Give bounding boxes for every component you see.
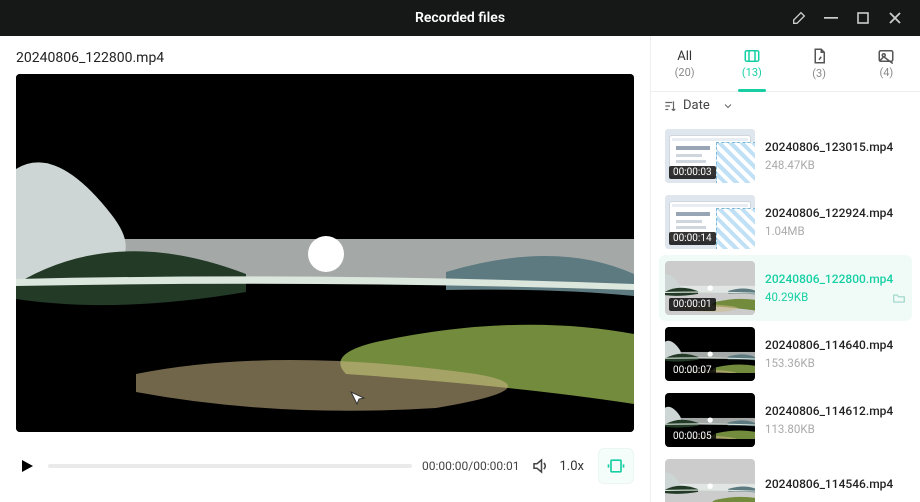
file-meta: 20240806_122800.mp4 40.29KB (765, 261, 906, 315)
tab-image-count: (4) (879, 66, 893, 79)
minimize-button[interactable] (822, 9, 840, 27)
chevron-down-icon (722, 100, 734, 112)
scrubber[interactable] (48, 464, 412, 468)
file-name: 20240806_122800.mp4 (765, 272, 906, 286)
file-meta: 20240806_123015.mp4 248.47KB (765, 129, 906, 183)
timecode: 00:00:00/00:00:01 (422, 459, 520, 473)
file-list[interactable]: 00:00:03 20240806_123015.mp4 248.47KB 00:0… (651, 121, 920, 502)
file-meta: 20240806_122924.mp4 1.04MB (765, 195, 906, 249)
file-meta: 20240806_114546.mp4 (765, 459, 906, 502)
titlebar: Recorded files (0, 0, 920, 36)
file-thumbnail (665, 459, 755, 502)
file-name: 20240806_114612.mp4 (765, 404, 906, 418)
tab-video[interactable]: (13) (718, 36, 785, 91)
duration-badge: 00:00:01 (669, 298, 716, 311)
file-name: 20240806_123015.mp4 (765, 140, 906, 154)
tab-document[interactable]: (3) (786, 36, 853, 91)
play-button[interactable] (16, 455, 38, 477)
tab-all-label: All (677, 49, 692, 64)
file-name: 20240806_114546.mp4 (765, 477, 906, 491)
file-item[interactable]: 00:00:05 20240806_114612.mp4 113.80KB (659, 387, 912, 453)
file-name: 20240806_122924.mp4 (765, 206, 906, 220)
video-preview[interactable] (16, 74, 634, 432)
reveal-in-folder-icon[interactable] (892, 290, 906, 304)
file-item[interactable]: 00:00:01 20240806_122800.mp4 40.29KB (659, 255, 912, 321)
file-sidebar: All (20) (13) (3) (4) Date (650, 36, 920, 502)
tab-all[interactable]: All (20) (651, 36, 718, 91)
preview-pane: 20240806_122800.mp4 00:00:00/00:00:01 1.… (0, 36, 650, 502)
file-item[interactable]: 20240806_114546.mp4 (659, 453, 912, 502)
file-thumbnail: 00:00:03 (665, 129, 755, 183)
file-thumbnail: 00:00:07 (665, 327, 755, 381)
tab-video-count: (13) (742, 66, 762, 79)
player-controls: 00:00:00/00:00:01 1.0x (16, 448, 634, 484)
file-size: 40.29KB (765, 290, 808, 304)
maximize-button[interactable] (854, 9, 872, 27)
file-size: 153.36KB (765, 356, 815, 370)
duration-badge: 00:00:14 (669, 232, 716, 245)
sort-label: Date (683, 98, 710, 113)
duration-badge: 00:00:05 (669, 430, 716, 443)
volume-icon[interactable] (530, 456, 550, 476)
main-content: 20240806_122800.mp4 00:00:00/00:00:01 1.… (0, 36, 920, 502)
duration-badge: 00:00:07 (669, 364, 716, 377)
file-item[interactable]: 00:00:14 20240806_122924.mp4 1.04MB (659, 189, 912, 255)
sort-dropdown[interactable]: Date (651, 92, 920, 121)
file-size: 248.47KB (765, 158, 815, 172)
preview-filename: 20240806_122800.mp4 (16, 50, 634, 66)
crop-button[interactable] (598, 448, 634, 484)
file-size: 1.04MB (765, 224, 805, 238)
filter-tabs: All (20) (13) (3) (4) (651, 36, 920, 92)
file-meta: 20240806_114612.mp4 113.80KB (765, 393, 906, 447)
tab-all-count: (20) (675, 66, 695, 79)
tab-document-count: (3) (812, 67, 826, 80)
window-title: Recorded files (415, 10, 505, 26)
file-item[interactable]: 00:00:03 20240806_123015.mp4 248.47KB (659, 123, 912, 189)
sort-icon (663, 99, 677, 113)
playback-speed[interactable]: 1.0x (560, 459, 585, 474)
file-name: 20240806_114640.mp4 (765, 338, 906, 352)
duration-badge: 00:00:03 (669, 166, 716, 179)
file-thumbnail: 00:00:05 (665, 393, 755, 447)
file-thumbnail: 00:00:01 (665, 261, 755, 315)
file-thumbnail: 00:00:14 (665, 195, 755, 249)
close-button[interactable] (886, 9, 904, 27)
tab-image[interactable]: (4) (853, 36, 920, 91)
window-controls (790, 0, 914, 36)
file-meta: 20240806_114640.mp4 153.36KB (765, 327, 906, 381)
file-size: 113.80KB (765, 422, 815, 436)
file-item[interactable]: 00:00:07 20240806_114640.mp4 153.36KB (659, 321, 912, 387)
edit-icon[interactable] (790, 9, 808, 27)
